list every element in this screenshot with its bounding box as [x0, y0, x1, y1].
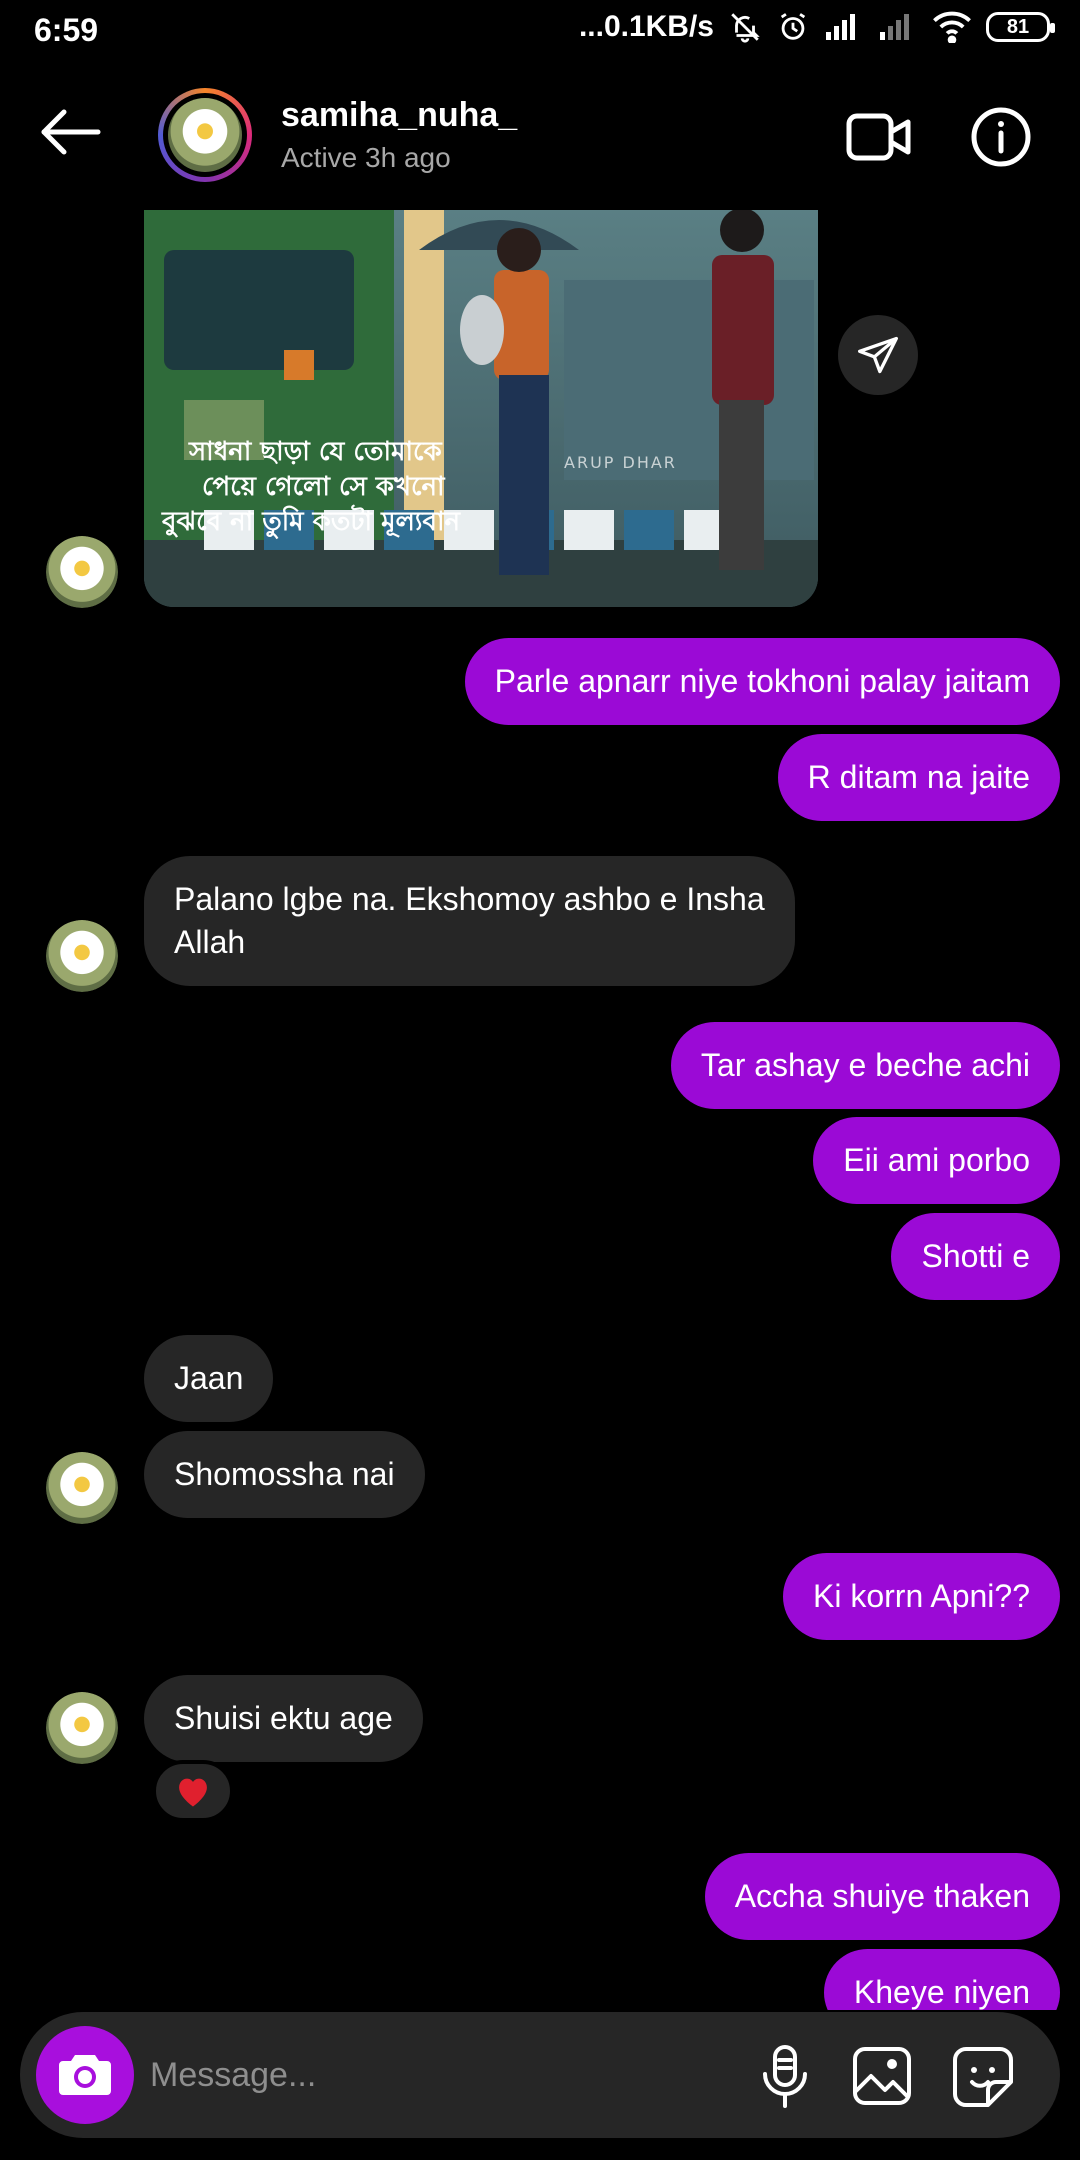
message-bubble-sent[interactable]: Parle apnarr niye tokhoni palay jaitam	[464, 638, 1060, 725]
mute-icon	[731, 13, 760, 43]
status-time: 6:59	[34, 12, 99, 48]
share-button[interactable]	[838, 315, 918, 395]
profile-avatar[interactable]	[158, 88, 252, 182]
heart-reaction[interactable]	[152, 1760, 234, 1822]
message-bubble-received[interactable]: Shuisi ektu age	[144, 1675, 423, 1762]
active-status: Active 3h ago	[281, 142, 451, 173]
video-call-icon[interactable]	[846, 112, 912, 162]
message-text: Palano lgbe na. Ekshomoy ashbo e Insha	[174, 881, 765, 917]
wifi-icon	[933, 11, 971, 43]
chat-username[interactable]: samiha_nuha_	[281, 96, 517, 135]
message-bubble-sent[interactable]: R ditam na jaite	[777, 734, 1060, 821]
battery-level: 81	[1006, 15, 1030, 38]
message-bubble-sent[interactable]: Accha shuiye thaken	[704, 1853, 1060, 1940]
gallery-icon[interactable]	[852, 2046, 912, 2106]
sender-avatar[interactable]	[46, 1692, 118, 1764]
shared-image-message[interactable]: সাধনা ছাড়া যে তোমাকে পেয়ে গেলো সে কখনো…	[144, 210, 818, 607]
signal-icon	[826, 14, 855, 40]
status-icons: ...0.1KB/s 81	[578, 10, 1055, 44]
shared-image-illustration: সাধনা ছাড়া যে তোমাকে পেয়ে গেলো সে কখনো…	[144, 210, 818, 607]
info-icon[interactable]	[970, 106, 1032, 168]
signal-weak-icon	[880, 14, 909, 40]
image-caption-2: পেয়ে গেলো সে কখনো	[202, 472, 446, 502]
message-thread[interactable]: সাধনা ছাড়া যে তোমাকে পেয়ে গেলো সে কখনো…	[0, 210, 1080, 2010]
back-arrow-icon[interactable]	[38, 108, 102, 156]
message-bubble-received[interactable]: Jaan	[144, 1335, 274, 1422]
message-bubble-sent[interactable]: Shotti e	[891, 1213, 1060, 1300]
send-icon	[858, 336, 898, 374]
message-bubble-sent[interactable]: Tar ashay e beche achi	[670, 1022, 1060, 1109]
image-caption-3: বুঝবে না তুমি কতটা মূল্যবান	[161, 504, 461, 539]
image-caption-1: সাধনা ছাড়া যে তোমাকে	[188, 437, 442, 467]
message-bubble-sent[interactable]: Kheye niyen	[823, 1949, 1060, 2010]
chat-header: samiha_nuha_ Active 3h ago	[0, 62, 1080, 210]
message-bubble-sent[interactable]: Eii ami porbo	[813, 1117, 1060, 1204]
avatar-image	[168, 98, 242, 172]
heart-icon	[179, 1778, 207, 1807]
camera-icon	[59, 2055, 111, 2095]
message-input[interactable]	[150, 2040, 710, 2110]
image-watermark: ARUP DHAR	[564, 453, 677, 472]
message-bubble-received[interactable]: Shomossha nai	[144, 1431, 425, 1518]
status-bar: 6:59 ...0.1KB/s 81	[0, 0, 1080, 62]
message-bubble-sent[interactable]: Ki korrn Apni??	[782, 1553, 1060, 1640]
message-composer	[20, 2012, 1060, 2138]
battery-icon: 81	[986, 12, 1055, 42]
camera-button[interactable]	[36, 2026, 134, 2124]
sender-avatar[interactable]	[46, 1452, 118, 1524]
sender-avatar[interactable]	[46, 536, 118, 608]
alarm-icon	[780, 13, 806, 40]
sticker-icon[interactable]	[952, 2046, 1014, 2108]
message-text: Allah	[174, 924, 246, 960]
microphone-icon[interactable]	[755, 2044, 815, 2110]
message-bubble-received[interactable]: Palano lgbe na. Ekshomoy ashbo e Insha A…	[144, 856, 795, 986]
network-speed: ...0.1KB/s	[578, 10, 714, 43]
sender-avatar[interactable]	[46, 920, 118, 992]
